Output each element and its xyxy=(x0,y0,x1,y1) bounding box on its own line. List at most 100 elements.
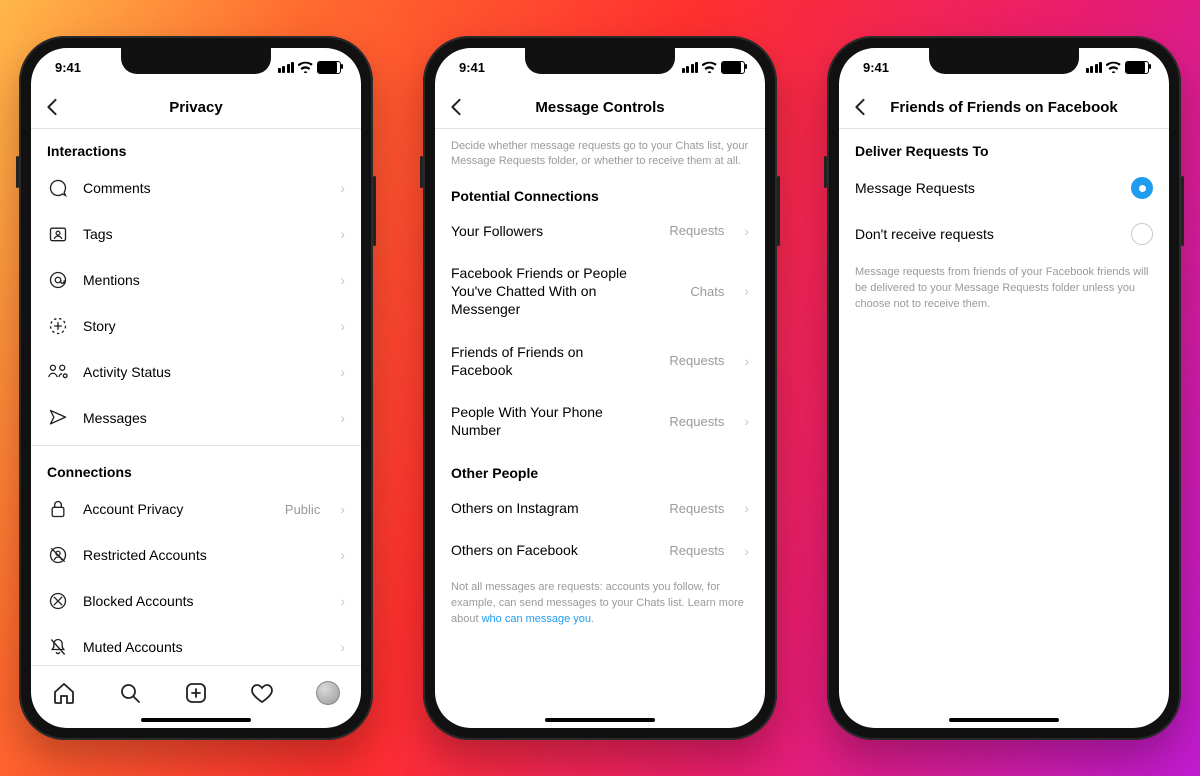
avatar-icon xyxy=(316,681,340,705)
back-button[interactable] xyxy=(41,96,63,118)
muted-icon xyxy=(47,636,69,658)
phone-screen-2: 9:41 Message Controls Decide whether mes… xyxy=(435,48,765,728)
row-label: Comments xyxy=(83,179,320,197)
delivery-options: Deliver Requests To Message Requests Don… xyxy=(839,129,1169,728)
row-phone-number[interactable]: People With Your Phone Number Requests › xyxy=(435,391,765,451)
chevron-right-icon: › xyxy=(340,272,345,288)
footnote-link[interactable]: who can message you xyxy=(482,613,591,625)
chevron-right-icon: › xyxy=(340,226,345,242)
page-title: Privacy xyxy=(169,99,222,116)
signal-icon xyxy=(682,62,699,73)
row-comments[interactable]: Comments › xyxy=(31,165,361,211)
signal-icon xyxy=(278,62,295,73)
comment-icon xyxy=(47,177,69,199)
status-right xyxy=(682,61,746,74)
row-your-followers[interactable]: Your Followers Requests › xyxy=(435,210,765,252)
row-label: Blocked Accounts xyxy=(83,592,320,610)
tab-profile[interactable] xyxy=(315,680,341,706)
footnote: Message requests from friends of your Fa… xyxy=(839,257,1169,321)
settings-list[interactable]: Interactions Comments › Tags › xyxy=(31,129,361,665)
phone-frame-1: 9:41 Privacy Interactions xyxy=(19,36,373,740)
row-mentions[interactable]: Mentions › xyxy=(31,257,361,303)
option-label: Message Requests xyxy=(855,179,1117,197)
battery-icon xyxy=(317,61,341,74)
divider xyxy=(31,445,361,446)
promo-stage: 9:41 Privacy Interactions xyxy=(0,0,1200,776)
row-label: Your Followers xyxy=(451,222,655,240)
row-blocked[interactable]: Blocked Accounts › xyxy=(31,578,361,624)
section-header-interactions: Interactions xyxy=(31,129,361,165)
row-story[interactable]: Story › xyxy=(31,303,361,349)
row-activity-status[interactable]: Activity Status › xyxy=(31,349,361,395)
phone-screen-1: 9:41 Privacy Interactions xyxy=(31,48,361,728)
chevron-right-icon: › xyxy=(340,501,345,517)
home-indicator xyxy=(141,718,251,722)
row-friends-of-friends[interactable]: Friends of Friends on Facebook Requests … xyxy=(435,331,765,391)
chevron-right-icon: › xyxy=(340,410,345,426)
page-title: Friends of Friends on Facebook xyxy=(890,99,1118,116)
row-meta: Requests xyxy=(669,543,724,558)
row-messages[interactable]: Messages › xyxy=(31,395,361,441)
section-header-deliver: Deliver Requests To xyxy=(839,129,1169,165)
section-header-other: Other People xyxy=(435,451,765,487)
chevron-right-icon: › xyxy=(744,543,749,559)
row-label: Facebook Friends or People You've Chatte… xyxy=(451,264,676,319)
phone-frame-2: 9:41 Message Controls Decide whether mes… xyxy=(423,36,777,740)
intro-text: Decide whether message requests go to yo… xyxy=(435,129,765,174)
row-meta: Requests xyxy=(669,501,724,516)
tab-activity[interactable] xyxy=(249,680,275,706)
back-button[interactable] xyxy=(849,96,871,118)
chevron-right-icon: › xyxy=(744,283,749,299)
status-right xyxy=(1086,61,1150,74)
chevron-right-icon: › xyxy=(744,223,749,239)
row-facebook-friends[interactable]: Facebook Friends or People You've Chatte… xyxy=(435,252,765,331)
row-meta: Requests xyxy=(669,414,724,429)
phone-screen-3: 9:41 Friends of Friends on Facebook Deli… xyxy=(839,48,1169,728)
row-label: People With Your Phone Number xyxy=(451,403,655,439)
row-label: Activity Status xyxy=(83,363,320,381)
row-label: Story xyxy=(83,317,320,335)
row-label: Others on Instagram xyxy=(451,499,655,517)
radio-unselected-icon[interactable] xyxy=(1131,223,1153,245)
row-others-instagram[interactable]: Others on Instagram Requests › xyxy=(435,487,765,529)
status-time: 9:41 xyxy=(55,60,81,75)
option-dont-receive[interactable]: Don't receive requests xyxy=(839,211,1169,257)
wifi-icon xyxy=(702,61,717,73)
chevron-right-icon: › xyxy=(340,547,345,563)
row-muted[interactable]: Muted Accounts › xyxy=(31,624,361,665)
notch xyxy=(121,48,271,74)
restricted-icon xyxy=(47,544,69,566)
status-right xyxy=(278,61,342,74)
battery-icon xyxy=(1125,61,1149,74)
notch xyxy=(525,48,675,74)
wifi-icon xyxy=(1106,61,1121,73)
radio-selected-icon[interactable] xyxy=(1131,177,1153,199)
home-indicator xyxy=(545,718,655,722)
row-meta: Requests xyxy=(669,353,724,368)
phone-frame-3: 9:41 Friends of Friends on Facebook Deli… xyxy=(827,36,1181,740)
activity-status-icon xyxy=(47,361,69,383)
row-label: Mentions xyxy=(83,271,320,289)
tab-create[interactable] xyxy=(183,680,209,706)
chevron-right-icon: › xyxy=(340,639,345,655)
nav-header: Privacy xyxy=(31,86,361,129)
row-tags[interactable]: Tags › xyxy=(31,211,361,257)
footnote-suffix: . xyxy=(591,613,594,625)
option-message-requests[interactable]: Message Requests xyxy=(839,165,1169,211)
notch xyxy=(929,48,1079,74)
tab-search[interactable] xyxy=(117,680,143,706)
home-indicator xyxy=(949,718,1059,722)
row-account-privacy[interactable]: Account Privacy Public › xyxy=(31,486,361,532)
tag-person-icon xyxy=(47,223,69,245)
tab-home[interactable] xyxy=(51,680,77,706)
status-time: 9:41 xyxy=(459,60,485,75)
nav-header: Message Controls xyxy=(435,86,765,129)
row-label: Account Privacy xyxy=(83,500,271,518)
page-title: Message Controls xyxy=(535,99,664,116)
section-header-potential: Potential Connections xyxy=(435,174,765,210)
row-label: Messages xyxy=(83,409,320,427)
message-controls-list[interactable]: Decide whether message requests go to yo… xyxy=(435,129,765,728)
back-button[interactable] xyxy=(445,96,467,118)
row-restricted[interactable]: Restricted Accounts › xyxy=(31,532,361,578)
row-others-facebook[interactable]: Others on Facebook Requests › xyxy=(435,529,765,571)
